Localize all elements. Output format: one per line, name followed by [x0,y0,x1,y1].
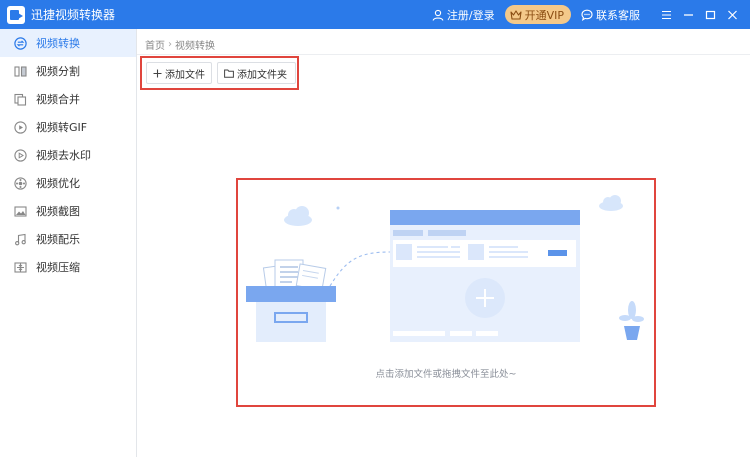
app-title: 迅捷视频转换器 [31,8,116,22]
minimize-button[interactable] [678,5,698,25]
maximize-icon [705,10,715,19]
menu-button[interactable] [656,5,676,25]
divider [137,54,750,55]
breadcrumb: 首页 › 视频转换 [145,37,215,52]
vip-button[interactable]: 开通VIP [504,5,571,24]
plant-icon [619,301,644,340]
sidebar: 视频转换 视频分割 视频合并 视频转GIF 视频去水印 视频优化 视频截图 视频… [0,29,137,457]
window-controls [654,5,742,25]
login-link[interactable]: 注册/登录 [432,7,495,23]
vip-label: 开通VIP [524,8,564,22]
contact-service-link[interactable]: 联系客服 [581,7,640,23]
sidebar-item-video-merge[interactable]: 视频合并 [0,85,136,113]
add-folder-label: 添加文件夹 [237,69,287,81]
close-button[interactable] [722,5,742,25]
toolbar-highlight: 添加文件 添加文件夹 [140,56,299,90]
sidebar-item-label: 视频转换 [36,37,80,50]
compress-icon [14,261,27,274]
merge-icon [14,93,27,106]
service-label: 联系客服 [596,8,640,22]
watermark-icon [14,148,27,162]
window-mockup-icon [390,210,580,342]
cloud-icon [599,195,623,211]
drop-hint: 点击添加文件或拖拽文件至此处~ [375,369,517,380]
breadcrumb-separator-icon: › [168,39,172,50]
title-bar-actions: 注册/登录 开通VIP 联系客服 [432,0,750,29]
sidebar-item-video-convert[interactable]: 视频转换 [0,29,136,57]
sidebar-item-label: 视频压缩 [36,261,80,274]
chat-icon [581,9,593,21]
sidebar-item-video-compress[interactable]: 视频压缩 [0,253,136,281]
sidebar-item-label: 视频合并 [36,93,80,106]
add-file-label: 添加文件 [165,69,205,81]
sidebar-item-label: 视频优化 [36,177,80,190]
menu-icon [661,10,671,19]
close-icon [727,10,737,19]
add-folder-button[interactable]: 添加文件夹 [217,62,296,84]
sidebar-item-label: 视频配乐 [36,233,80,246]
maximize-button[interactable] [700,5,720,25]
folder-icon [224,69,234,78]
app-logo-icon [7,5,25,24]
sidebar-item-video-music[interactable]: 视频配乐 [0,225,136,253]
archive-box-icon [246,286,336,342]
optimize-icon [14,176,27,190]
add-file-button[interactable]: 添加文件 [146,62,212,84]
sidebar-item-video-watermark[interactable]: 视频去水印 [0,141,136,169]
sidebar-item-video-optimize[interactable]: 视频优化 [0,169,136,197]
music-icon [14,233,27,246]
sidebar-item-label: 视频截图 [36,205,80,218]
split-icon [14,65,27,78]
minimize-icon [683,13,693,16]
plus-icon [153,69,162,77]
sidebar-item-video-gif[interactable]: 视频转GIF [0,113,136,141]
cloud-icon [284,206,312,226]
user-icon [432,9,444,21]
screenshot-icon [14,205,27,218]
crown-icon [510,9,522,20]
sidebar-item-label: 视频去水印 [36,149,91,162]
main-panel: 首页 › 视频转换 添加文件 添加文件夹 点击添加文件或拖拽文件至此处~ [137,29,750,457]
gif-icon [14,120,27,134]
convert-icon [14,36,27,50]
drop-zone[interactable]: 点击添加文件或拖拽文件至此处~ [236,178,656,407]
sidebar-item-video-split[interactable]: 视频分割 [0,57,136,85]
title-bar: 迅捷视频转换器 注册/登录 开通VIP 联系客服 [0,0,750,29]
sidebar-item-video-screenshot[interactable]: 视频截图 [0,197,136,225]
breadcrumb-home[interactable]: 首页 [145,37,165,52]
sidebar-item-label: 视频分割 [36,65,80,78]
login-label: 注册/登录 [446,8,495,22]
sidebar-item-label: 视频转GIF [36,121,88,134]
breadcrumb-current: 视频转换 [175,41,215,52]
